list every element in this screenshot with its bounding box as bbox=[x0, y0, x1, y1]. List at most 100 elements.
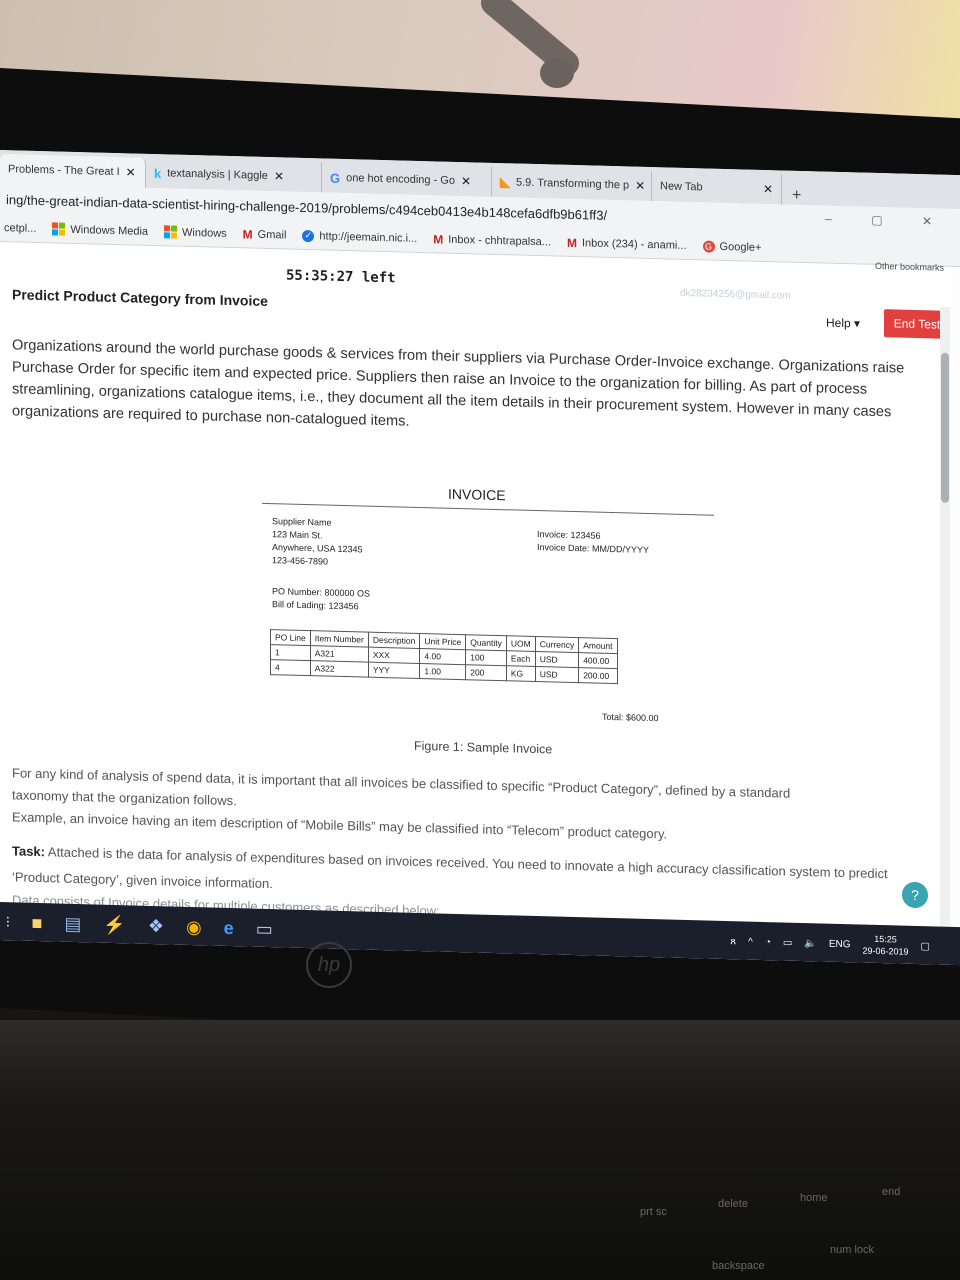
tab-new-tab[interactable]: New Tab ✕ bbox=[652, 171, 782, 205]
invoice-table: PO Line Item Number Description Unit Pri… bbox=[270, 629, 618, 684]
bookmark-label: Windows bbox=[182, 226, 227, 240]
tab-label: Problems - The Great I bbox=[8, 163, 120, 179]
tab-kaggle[interactable]: k textanalysis | Kaggle ✕ bbox=[146, 157, 322, 193]
window-icon[interactable]: ▭ bbox=[256, 918, 273, 939]
bookmark-label: http://jeemain.nic.i... bbox=[319, 229, 418, 245]
user-email: dk28234256@gmail.com bbox=[680, 287, 791, 302]
column-header: Currency bbox=[535, 636, 579, 653]
chevron-up-icon[interactable]: ^ bbox=[748, 936, 753, 947]
volume-icon[interactable]: 🔈 bbox=[804, 938, 816, 949]
gmail-icon: M bbox=[566, 235, 577, 250]
tab-label: 5.9. Transforming the p bbox=[516, 176, 630, 192]
notification-icon[interactable]: ▢ bbox=[921, 941, 930, 952]
invoice-divider bbox=[262, 502, 714, 516]
help-menu[interactable]: Help ▾ bbox=[826, 316, 860, 331]
system-tray: ጸ ^ ◔ ▭ 🔈 ENG 15:25 29-06-2019 ▢ bbox=[730, 929, 930, 958]
table-cell: 1.00 bbox=[419, 663, 466, 680]
close-icon[interactable]: ✕ bbox=[274, 169, 284, 183]
wifi-icon[interactable]: ◔ bbox=[765, 937, 771, 948]
table-cell: XXX bbox=[368, 647, 420, 664]
store-icon[interactable]: ■ bbox=[32, 912, 43, 933]
clock[interactable]: 15:25 29-06-2019 bbox=[863, 933, 909, 958]
table-cell: A322 bbox=[310, 660, 369, 678]
hp-logo: hp bbox=[306, 942, 352, 988]
figure-caption: Figure 1: Sample Invoice bbox=[414, 738, 553, 757]
table-cell: 200 bbox=[465, 664, 507, 681]
table-cell: YYY bbox=[368, 662, 420, 679]
task-view-icon[interactable]: ⫶ bbox=[6, 914, 10, 931]
table-cell: 1 bbox=[270, 644, 311, 661]
laptop-screen: Problems - The Great I ✕ k textanalysis … bbox=[0, 150, 960, 966]
laptop-keyboard: prt sc delete home end backspace num loc… bbox=[0, 1020, 960, 1280]
task-label: Task: bbox=[12, 843, 45, 860]
explorer-icon[interactable]: ▤ bbox=[64, 913, 81, 934]
bookmark-item[interactable]: G Google+ bbox=[702, 239, 762, 254]
column-header: Quantity bbox=[465, 634, 507, 651]
invoice-total: Total: $600.00 bbox=[602, 711, 659, 724]
bookmark-item[interactable]: cetpl... bbox=[4, 222, 36, 235]
timer: 55:35:27 left bbox=[286, 267, 396, 287]
bookmark-item[interactable]: Windows Media bbox=[52, 222, 148, 238]
table-cell: A321 bbox=[310, 645, 369, 663]
bookmark-item[interactable]: Windows bbox=[164, 225, 227, 240]
clock-date: 29-06-2019 bbox=[862, 945, 909, 957]
bookmark-item[interactable]: M Inbox - chhtrapalsa... bbox=[433, 232, 551, 249]
bill-of-lading: Bill of Lading: 123456 bbox=[272, 599, 359, 612]
close-icon[interactable]: ✕ bbox=[126, 165, 136, 179]
invoice-supplier: Supplier Name 123 Main St. Anywhere, USA… bbox=[272, 515, 363, 569]
dropbox-icon[interactable]: ❖ bbox=[148, 915, 164, 936]
column-header: Unit Price bbox=[419, 633, 466, 650]
tab-label: textanalysis | Kaggle bbox=[167, 167, 268, 183]
table-cell: 4.00 bbox=[419, 648, 466, 665]
language-indicator[interactable]: ENG bbox=[829, 938, 851, 950]
gmail-icon: M bbox=[242, 226, 253, 242]
invoice-date: Invoice Date: MM/DD/YYYY bbox=[537, 542, 650, 555]
key-delete: delete bbox=[718, 1198, 748, 1210]
bookmark-item[interactable]: ✓ http://jeemain.nic.i... bbox=[302, 229, 417, 244]
column-header: Description bbox=[368, 632, 420, 649]
bookmark-label: Inbox (234) - anami... bbox=[581, 236, 687, 252]
table-cell: Each bbox=[506, 650, 536, 667]
supplier-line: 123-456-7890 bbox=[272, 555, 329, 567]
key-backspace: backspace bbox=[712, 1260, 765, 1272]
bookmark-label: Google+ bbox=[719, 240, 762, 254]
people-icon[interactable]: ጸ bbox=[730, 936, 736, 947]
key-end: end bbox=[882, 1186, 901, 1198]
other-bookmarks[interactable]: Other bookmarks bbox=[875, 261, 944, 273]
spend-analysis-paragraph: For any kind of analysis of spend data, … bbox=[12, 762, 912, 852]
table-cell: 400.00 bbox=[578, 652, 617, 669]
bookmark-item[interactable]: M Inbox (234) - anami... bbox=[567, 235, 687, 252]
tab-problems[interactable]: Problems - The Great I ✕ bbox=[0, 154, 146, 188]
new-tab-button[interactable]: + bbox=[792, 187, 801, 205]
table-cell: USD bbox=[535, 651, 579, 668]
ceiling-fan-hub bbox=[540, 58, 574, 88]
battery-icon[interactable]: ▭ bbox=[783, 937, 792, 948]
page-content: 55:35:27 left Other bookmarks dk28234256… bbox=[0, 242, 950, 966]
chrome-icon[interactable]: ◉ bbox=[186, 916, 202, 937]
help-chat-icon[interactable]: ? bbox=[900, 879, 930, 911]
sklearn-icon: ◣ bbox=[500, 174, 510, 190]
gmail-icon: M bbox=[433, 231, 444, 247]
table-cell: KG bbox=[506, 665, 536, 682]
app-icon[interactable]: ⚡ bbox=[103, 914, 125, 936]
tab-sklearn[interactable]: ◣ 5.9. Transforming the p ✕ bbox=[492, 166, 652, 202]
column-header: UOM bbox=[506, 635, 536, 652]
column-header: Item Number bbox=[310, 630, 369, 648]
window-controls[interactable]: – ▢ ✕ bbox=[825, 212, 950, 229]
tab-label: New Tab bbox=[660, 180, 703, 194]
kaggle-icon: k bbox=[154, 165, 162, 181]
edge-icon[interactable]: e bbox=[224, 917, 234, 938]
scrollbar-thumb[interactable] bbox=[941, 352, 949, 503]
bookmark-label: cetpl... bbox=[4, 221, 37, 235]
windows-icon bbox=[164, 225, 178, 239]
page-title: Predict Product Category from Invoice bbox=[12, 286, 268, 310]
close-icon[interactable]: ✕ bbox=[763, 182, 773, 196]
close-icon[interactable]: ✕ bbox=[635, 179, 645, 193]
invoice-title: INVOICE bbox=[448, 485, 506, 504]
google-plus-icon: G bbox=[702, 239, 715, 253]
bookmark-item[interactable]: M Gmail bbox=[243, 227, 287, 242]
tab-google-search[interactable]: G one hot encoding - Go ✕ bbox=[322, 162, 492, 197]
close-icon[interactable]: ✕ bbox=[461, 174, 471, 188]
invoice-po: PO Number: 800000 OS Bill of Lading: 123… bbox=[272, 585, 370, 614]
column-header: PO Line bbox=[270, 629, 311, 646]
